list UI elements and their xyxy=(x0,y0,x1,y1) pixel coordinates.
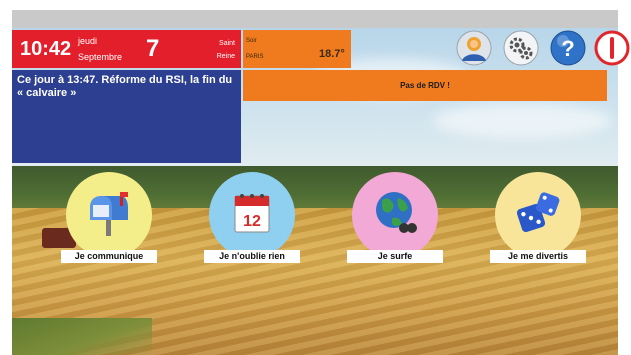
user-avatar-icon xyxy=(456,30,492,66)
settings-button[interactable] xyxy=(503,30,539,66)
gears-settings-icon xyxy=(503,30,539,66)
home-screen: 10:42 jeudi Septembre 7 Saint Reine Soir… xyxy=(0,0,631,355)
cloud xyxy=(432,103,612,138)
mailbox-icon xyxy=(90,192,128,236)
day-number: 7 xyxy=(146,35,160,62)
app-label: Je surfe xyxy=(347,250,443,263)
app-label: Je me divertis xyxy=(490,250,586,263)
profile-button[interactable] xyxy=(456,30,492,66)
appointments-panel[interactable]: Pas de RDV ! xyxy=(243,70,607,101)
app-circle: 12 xyxy=(209,172,295,258)
weather-period: Soir xyxy=(246,38,257,44)
app-circle xyxy=(495,172,581,258)
help-icon: ? xyxy=(550,30,586,66)
saint-of-day-name: Reine xyxy=(216,53,235,60)
weather-panel: Soir PARIS 18.7° xyxy=(243,30,351,68)
dice-icon xyxy=(516,192,560,233)
power-icon xyxy=(594,30,630,66)
calendar-day-number: 12 xyxy=(243,213,261,230)
date-time-panel: 10:42 jeudi Septembre 7 Saint Reine xyxy=(12,30,241,68)
svg-text:?: ? xyxy=(561,36,574,61)
app-label: Je n'oublie rien xyxy=(204,250,300,263)
app-tile-entertainment[interactable]: Je me divertis xyxy=(490,172,586,266)
news-panel[interactable]: Ce jour à 13:47. Réforme du RSI, la fin … xyxy=(12,70,241,163)
weather-temperature: 18.7° xyxy=(319,48,345,60)
app-label: Je communique xyxy=(61,250,157,263)
help-button[interactable]: ? xyxy=(550,30,586,66)
status-bar xyxy=(12,10,618,28)
app-circle xyxy=(66,172,152,258)
calendar-icon: 12 xyxy=(234,194,270,233)
grass-foreground xyxy=(12,318,152,355)
day-name: jeudi xyxy=(78,36,98,46)
app-tile-surf[interactable]: Je surfe xyxy=(347,172,443,266)
app-tile-agenda[interactable]: 12 Je n'oublie rien xyxy=(204,172,300,266)
month-name: Septembre xyxy=(78,52,123,62)
app-tile-communicate[interactable]: Je communique xyxy=(61,172,157,266)
weather-city: PARIS xyxy=(246,54,264,60)
power-button[interactable] xyxy=(594,30,630,66)
globe-icon xyxy=(376,192,417,233)
app-circle xyxy=(352,172,438,258)
clock-time: 10:42 xyxy=(20,38,72,60)
saint-of-day-label: Saint xyxy=(219,40,235,47)
